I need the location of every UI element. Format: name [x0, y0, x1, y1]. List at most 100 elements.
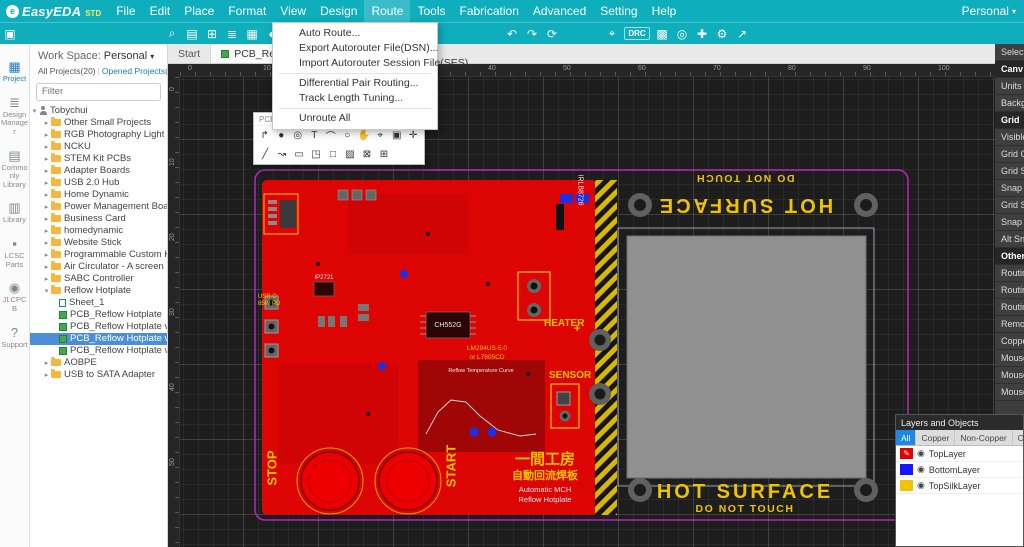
sidebar-item-support[interactable]: ?Support — [0, 320, 29, 356]
save-icon[interactable]: ▣ — [0, 24, 20, 44]
menu-item-differential-pair-routing[interactable]: Differential Pair Routing... — [273, 76, 437, 91]
attr-row-selecte[interactable]: Selecte — [995, 44, 1024, 61]
spline-tool-icon[interactable]: ↝ — [274, 147, 290, 162]
menu-fabrication[interactable]: Fabrication — [453, 0, 526, 22]
tree-item-pcb-reflow-hotplate[interactable]: PCB_Reflow Hotplate — [30, 309, 167, 321]
circle-tool-icon[interactable]: ○ — [340, 128, 356, 143]
layer-row-bottomlayer[interactable]: ◉BottomLayer — [896, 462, 1023, 478]
drc-icon[interactable]: DRC — [624, 27, 650, 40]
menu-setting[interactable]: Setting — [593, 0, 644, 22]
eye-icon[interactable]: ◉ — [917, 465, 925, 474]
sidebar-item-lcsc-parts[interactable]: ▪LCSC Parts — [0, 231, 29, 275]
layer-row-toplayer[interactable]: ✎◉TopLayer — [896, 446, 1023, 462]
account-menu[interactable]: Personal ▾ — [954, 4, 1024, 18]
line-tool-icon[interactable]: ╱ — [257, 147, 273, 162]
attr-row-backgro[interactable]: Backgro — [995, 95, 1024, 112]
easyeda-logo[interactable]: e EasyEDA STD — [0, 4, 109, 19]
attr-row-remove[interactable]: Remove — [995, 316, 1024, 333]
image-tool-icon[interactable]: ▣ — [389, 128, 405, 143]
sidebar-item-jlcpcb[interactable]: ◉JLCPCB — [0, 275, 29, 319]
attr-row-mouse[interactable]: Mouse- — [995, 350, 1024, 367]
rounded-rect-tool-icon[interactable]: ◳ — [308, 147, 324, 162]
rect-tool-icon[interactable]: ▭ — [291, 147, 307, 162]
attr-row-units[interactable]: Units — [995, 78, 1024, 95]
layer-color-swatch[interactable]: ✎ — [900, 448, 913, 459]
route-icon[interactable]: ✚ — [692, 24, 712, 44]
dimension-icon[interactable]: ⌖ — [602, 24, 622, 44]
grid-icon[interactable]: ⊞ — [202, 24, 222, 44]
tree-root[interactable]: ▾Tobychui — [30, 105, 167, 117]
filter-input[interactable] — [36, 83, 161, 101]
menu-item-auto-route[interactable]: Auto Route... — [273, 26, 437, 41]
tree-item-air-circulator-a-screen-bar-like[interactable]: ▸Air Circulator - A screen bar like — [30, 261, 167, 273]
opened-projects-link[interactable]: Opened Projects( — [102, 66, 168, 76]
sidebar-item-project[interactable]: ▦Project — [0, 54, 29, 90]
menu-place[interactable]: Place — [177, 0, 221, 22]
tree-item-rgb-photography-light[interactable]: ▸RGB Photography Light — [30, 129, 167, 141]
menu-format[interactable]: Format — [221, 0, 273, 22]
undo-icon[interactable]: ↶ — [502, 24, 522, 44]
sidebar-item-library[interactable]: ▥Library — [0, 195, 29, 231]
tree-item-sabc-controller[interactable]: ▸SABC Controller — [30, 273, 167, 285]
pad-tool-icon[interactable]: ● — [274, 128, 290, 143]
refresh-icon[interactable]: ⟳ — [542, 24, 562, 44]
array-tool-icon[interactable]: ⊞ — [376, 147, 392, 162]
attr-row-routing[interactable]: Routing — [995, 265, 1024, 282]
menu-edit[interactable]: Edit — [143, 0, 178, 22]
layers-tab-all[interactable]: All — [896, 430, 916, 445]
tree-item-ncku[interactable]: ▸NCKU — [30, 141, 167, 153]
text-tool-icon[interactable]: T — [307, 128, 323, 143]
attr-row-snap-si[interactable]: Snap Si — [995, 214, 1024, 231]
search-icon[interactable]: ⌕ — [162, 24, 182, 44]
via-icon[interactable]: ◎ — [672, 24, 692, 44]
layers-tab-obje[interactable]: Obje — [1013, 430, 1024, 445]
tree-item-aobpe[interactable]: ▸AOBPE — [30, 357, 167, 369]
copper-area-icon[interactable]: ▩ — [652, 24, 672, 44]
solid-region-tool-icon[interactable]: ▨ — [342, 147, 358, 162]
attr-row-mouse[interactable]: Mouse- — [995, 367, 1024, 384]
tree-item-pcb-reflow-hotplate-v2[interactable]: PCB_Reflow Hotplate v2 — [30, 321, 167, 333]
layers-panel-title[interactable]: Layers and Objects — [896, 415, 1023, 430]
attr-row-copper[interactable]: Copper — [995, 333, 1024, 350]
via-tool-icon[interactable]: ◎ — [290, 128, 306, 143]
tree-item-pcb-reflow-hotplate-v3[interactable]: PCB_Reflow Hotplate v3 — [30, 333, 167, 345]
workspace-header[interactable]: Work Space: Personal ▾ — [30, 44, 167, 65]
tree-item-other-small-projects[interactable]: ▸Other Small Projects — [30, 117, 167, 129]
tree-item-website-stick[interactable]: ▸Website Stick — [30, 237, 167, 249]
attr-row-grid[interactable]: Grid — [995, 112, 1024, 129]
menu-view[interactable]: View — [273, 0, 313, 22]
menu-item-unroute-all[interactable]: Unroute All — [273, 111, 437, 126]
cutout-tool-icon[interactable]: ⊠ — [359, 147, 375, 162]
share-icon[interactable]: ↗ — [732, 24, 752, 44]
eye-icon[interactable]: ◉ — [917, 481, 925, 490]
tree-item-stem-kit-pcbs[interactable]: ▸STEM Kit PCBs — [30, 153, 167, 165]
gear-icon[interactable]: ⚙ — [712, 24, 732, 44]
layer-color-swatch[interactable] — [900, 480, 913, 491]
origin-tool-icon[interactable]: ⌖ — [373, 128, 389, 143]
attr-row-routing[interactable]: Routing — [995, 282, 1024, 299]
table-icon[interactable]: ▤ — [182, 24, 202, 44]
sidebar-item-design-manager[interactable]: ≣Design Manager — [0, 90, 29, 143]
redo-icon[interactable]: ↷ — [522, 24, 542, 44]
arc-tool-icon[interactable]: ⌒ — [323, 128, 339, 143]
attr-row-grid-col[interactable]: Grid Col — [995, 146, 1024, 163]
attr-row-grid-sty[interactable]: Grid Sty — [995, 163, 1024, 180]
attr-row-other[interactable]: Other — [995, 248, 1024, 265]
sidebar-item-commonly-library[interactable]: ▤Commonly Library — [0, 143, 29, 196]
tree-item-usb-to-sata-adapter[interactable]: ▸USB to SATA Adapter — [30, 369, 167, 381]
layer-row-topsilklayer[interactable]: ◉TopSilkLayer — [896, 478, 1023, 494]
tab-start[interactable]: Start — [168, 44, 211, 63]
attr-row-grid-siz[interactable]: Grid Siz — [995, 197, 1024, 214]
menu-file[interactable]: File — [109, 0, 142, 22]
menu-item-export-autorouter-file-dsn[interactable]: Export Autorouter File(DSN)... — [273, 41, 437, 56]
layer-color-swatch[interactable] — [900, 464, 913, 475]
menu-item-track-length-tuning[interactable]: Track Length Tuning... — [273, 91, 437, 106]
track-tool-icon[interactable]: ↱ — [257, 128, 273, 143]
menu-advanced[interactable]: Advanced — [526, 0, 593, 22]
tree-item-home-dynamic[interactable]: ▸Home Dynamic — [30, 189, 167, 201]
drag-tool-icon[interactable]: ✋ — [356, 128, 372, 143]
attr-row-canv[interactable]: Canv — [995, 61, 1024, 78]
tree-item-adapter-boards[interactable]: ▸Adapter Boards — [30, 165, 167, 177]
layers-tab-copper[interactable]: Copper — [916, 430, 955, 445]
hole-tool-icon[interactable]: □ — [325, 147, 341, 162]
